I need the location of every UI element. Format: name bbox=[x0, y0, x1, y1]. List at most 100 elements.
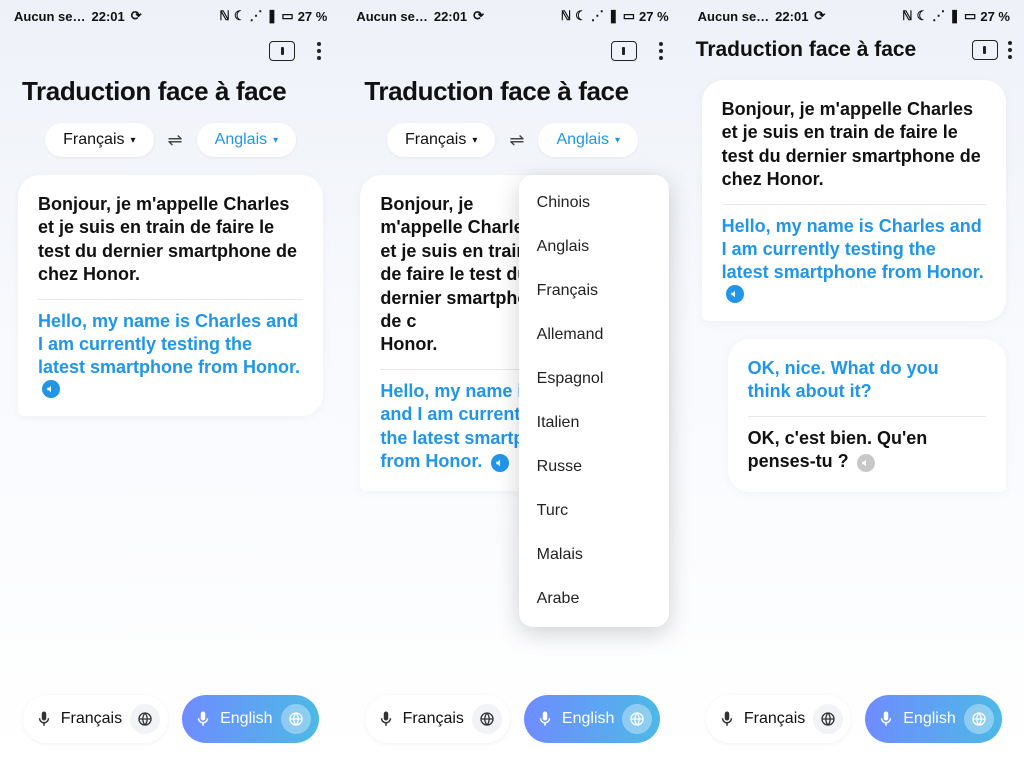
target-language-selector[interactable]: Anglais ▾ bbox=[538, 123, 638, 157]
dropdown-option[interactable]: Chinois bbox=[519, 181, 669, 225]
nfc-icon: ℕ bbox=[902, 8, 912, 24]
sync-icon: ⟳ bbox=[131, 8, 142, 24]
speak-source-label: Français bbox=[744, 710, 805, 728]
speak-source-button[interactable]: Français bbox=[365, 695, 510, 743]
keyboard-icon bbox=[971, 711, 987, 727]
more-button[interactable] bbox=[659, 42, 663, 60]
battery-percent: 27 % bbox=[980, 9, 1010, 24]
moon-icon: ☾ bbox=[916, 8, 928, 24]
speak-button[interactable] bbox=[726, 285, 744, 303]
keyboard-target-button[interactable] bbox=[281, 704, 311, 734]
divider bbox=[38, 299, 303, 300]
alert-icon: ❚ bbox=[608, 8, 619, 24]
keyboard-icon bbox=[629, 711, 645, 727]
speak-source-button[interactable]: Français bbox=[23, 695, 168, 743]
top-bar bbox=[0, 32, 341, 70]
speak-target-button[interactable]: English bbox=[524, 695, 660, 743]
keyboard-icon bbox=[820, 711, 836, 727]
conversation-area: Bonjour, je m'appelle Charles et je suis… bbox=[342, 175, 682, 687]
translated-text: Hello, my name is Charles and I am curre… bbox=[722, 216, 984, 283]
keyboard-source-button[interactable] bbox=[130, 704, 160, 734]
source-text: Bonjour, je m'appelle Charles et je suis… bbox=[38, 193, 303, 287]
clock-label: 22:01 bbox=[92, 9, 125, 24]
source-text: Bonjour, je m'appelle Charles et je suis… bbox=[722, 98, 986, 192]
message-bubble: Bonjour, je m'appelle Charles et je suis… bbox=[702, 80, 1006, 321]
speak-button[interactable] bbox=[857, 454, 875, 472]
keyboard-target-button[interactable] bbox=[964, 704, 994, 734]
sync-icon: ⟳ bbox=[814, 8, 825, 24]
source-language-selector[interactable]: Français▾ bbox=[45, 123, 153, 157]
keyboard-target-button[interactable] bbox=[622, 704, 652, 734]
speak-button[interactable] bbox=[42, 380, 60, 398]
keyboard-icon bbox=[137, 711, 153, 727]
translated-text: Hello, my name is bbox=[380, 381, 532, 401]
sync-icon: ⟳ bbox=[473, 8, 484, 24]
carrier-label: Aucun se… bbox=[698, 9, 770, 24]
divider bbox=[722, 204, 986, 205]
microphone-icon bbox=[35, 710, 53, 728]
phone-screen-3: Aucun se… 22:01 ⟳ ℕ ☾ ⋰ ❚ ▭ 27 % Traduct… bbox=[683, 0, 1024, 765]
source-language-label: Français bbox=[63, 131, 124, 149]
speak-button[interactable] bbox=[491, 454, 509, 472]
dropdown-option[interactable]: Russe bbox=[519, 445, 669, 489]
chevron-down-icon: ▾ bbox=[615, 135, 620, 146]
battery-icon: ▭ bbox=[281, 8, 293, 24]
reply-bubble: OK, nice. What do you think about it? OK… bbox=[728, 339, 1006, 492]
alert-icon: ❚ bbox=[949, 8, 960, 24]
dropdown-option[interactable]: Français bbox=[519, 269, 669, 313]
swap-languages-button[interactable]: ⇌ bbox=[509, 130, 524, 151]
status-bar: Aucun se… 22:01 ⟳ ℕ ☾ ⋰ ❚ ▭ 27 % bbox=[684, 0, 1024, 32]
orientation-button[interactable] bbox=[611, 41, 637, 61]
wifi-icon: ⋰ bbox=[591, 8, 604, 24]
dropdown-option[interactable]: Turc bbox=[519, 489, 669, 533]
orientation-button[interactable] bbox=[269, 41, 295, 61]
orientation-button[interactable] bbox=[972, 40, 998, 60]
moon-icon: ☾ bbox=[575, 8, 587, 24]
more-button[interactable] bbox=[317, 42, 321, 60]
dropdown-option[interactable]: Allemand bbox=[519, 313, 669, 357]
carrier-label: Aucun se… bbox=[356, 9, 428, 24]
page-title: Traduction face à face bbox=[0, 70, 341, 123]
battery-icon: ▭ bbox=[623, 8, 635, 24]
chevron-down-icon: ▾ bbox=[472, 135, 477, 146]
speak-target-label: English bbox=[903, 710, 955, 728]
speak-target-button[interactable]: English bbox=[182, 695, 318, 743]
status-bar: Aucun se… 22:01 ⟳ ℕ ☾ ⋰ ❚ ▭ 27 % bbox=[0, 0, 341, 32]
speak-source-label: Français bbox=[61, 710, 122, 728]
dropdown-option[interactable]: Anglais bbox=[519, 225, 669, 269]
header-row: Traduction face à face bbox=[684, 32, 1024, 66]
speak-source-label: Français bbox=[403, 710, 464, 728]
nfc-icon: ℕ bbox=[219, 8, 229, 24]
dropdown-option[interactable]: Italien bbox=[519, 401, 669, 445]
battery-percent: 27 % bbox=[298, 9, 328, 24]
swap-languages-button[interactable]: ⇌ bbox=[168, 130, 183, 151]
language-dropdown: Chinois Anglais Français Allemand Espagn… bbox=[519, 175, 669, 627]
clock-label: 22:01 bbox=[434, 9, 467, 24]
phone-screen-2: Aucun se… 22:01 ⟳ ℕ ☾ ⋰ ❚ ▭ 27 % Traduct… bbox=[341, 0, 682, 765]
bottom-bar: Français English bbox=[684, 687, 1024, 765]
target-language-selector[interactable]: Anglais▾ bbox=[197, 123, 297, 157]
keyboard-source-button[interactable] bbox=[813, 704, 843, 734]
microphone-icon bbox=[194, 710, 212, 728]
bottom-bar: Français English bbox=[342, 687, 682, 765]
speak-target-button[interactable]: English bbox=[865, 695, 1001, 743]
conversation-area: Bonjour, je m'appelle Charles et je suis… bbox=[684, 66, 1024, 687]
source-language-selector[interactable]: Français ▾ bbox=[387, 123, 495, 157]
battery-icon: ▭ bbox=[964, 8, 976, 24]
more-button[interactable] bbox=[1008, 41, 1012, 59]
conversation-area: Bonjour, je m'appelle Charles et je suis… bbox=[0, 175, 341, 687]
source-language-label: Français bbox=[405, 131, 466, 149]
page-title: Traduction face à face bbox=[696, 38, 962, 62]
keyboard-source-button[interactable] bbox=[472, 704, 502, 734]
wifi-icon: ⋰ bbox=[249, 8, 262, 24]
speak-source-button[interactable]: Français bbox=[706, 695, 851, 743]
speak-target-label: English bbox=[562, 710, 614, 728]
dropdown-option[interactable]: Arabe bbox=[519, 577, 669, 621]
target-language-label: Anglais bbox=[556, 131, 608, 149]
translated-text: Hello, my name is Charles and I am curre… bbox=[38, 311, 300, 378]
phone-screen-1: Aucun se… 22:01 ⟳ ℕ ☾ ⋰ ❚ ▭ 27 % Traduct… bbox=[0, 0, 341, 765]
chevron-down-icon: ▾ bbox=[273, 135, 278, 146]
dropdown-option[interactable]: Malais bbox=[519, 533, 669, 577]
language-row: Français▾ ⇌ Anglais▾ bbox=[0, 123, 341, 175]
dropdown-option[interactable]: Espagnol bbox=[519, 357, 669, 401]
